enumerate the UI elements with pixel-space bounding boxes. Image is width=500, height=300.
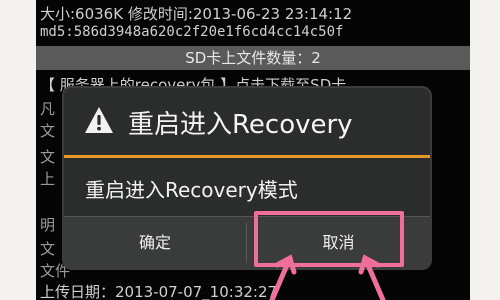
dialog-header: 重启进入Recovery	[64, 88, 430, 155]
bezel-right	[470, 0, 500, 300]
file-size-line: 大小:6036K 修改时间:2013-06-23 23:14:12	[40, 5, 353, 23]
phone-screen: 大小:6036K 修改时间:2013-06-23 23:14:12 md5:58…	[36, 0, 470, 300]
dialog-title: 重启进入Recovery	[128, 110, 353, 140]
upload-date-line: 上传日期：2013-07-07_10:32:27	[40, 283, 278, 300]
ok-button[interactable]: 确定	[64, 217, 246, 269]
bg-fragment: 文	[40, 240, 56, 258]
bezel-left	[0, 0, 36, 300]
warning-triangle-icon	[85, 107, 113, 133]
sd-count-bar: SD卡上文件数量：2	[36, 46, 470, 70]
dialog-message: 重启进入Recovery模式	[85, 178, 298, 202]
bg-fragment: 文	[40, 148, 56, 166]
title-divider	[64, 155, 430, 158]
bg-fragment: 明	[40, 216, 56, 234]
bg-fragment: 文	[40, 122, 56, 140]
cancel-highlight-box	[254, 211, 404, 267]
bg-fragment: 上	[40, 170, 56, 188]
md5-line: md5:586d3948a620c2f20e1f6cd4cc14c50f	[40, 24, 344, 40]
bg-fragment: 凡	[40, 100, 56, 118]
